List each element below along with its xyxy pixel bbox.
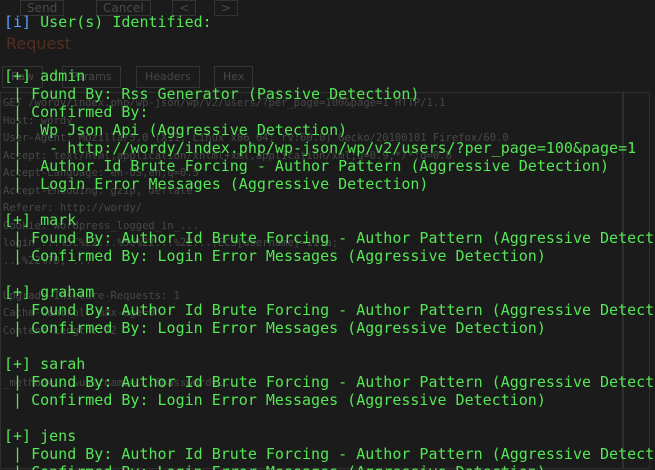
username: graham (40, 283, 95, 301)
plus-tag: [+] (4, 283, 32, 301)
detection-line: | Confirmed By: Login Error Messages (Ag… (4, 391, 546, 409)
screen: Send Cancel < > Request Raw Params Heade… (0, 0, 655, 470)
users-header: [i] User(s) Identified: (4, 13, 212, 31)
plus-tag: [+] (4, 67, 32, 85)
detection-line: | Confirmed By: (4, 103, 149, 121)
info-tag: [i] (4, 13, 32, 31)
username: admin (40, 67, 86, 85)
username: mark (40, 211, 77, 229)
user-entry-sarah: [+] sarah (4, 355, 85, 373)
detection-line: | Confirmed By: Login Error Messages (Ag… (4, 319, 546, 337)
detection-line: | Found By: Author Id Brute Forcing - Au… (4, 229, 655, 247)
user-entry-graham: [+] graham (4, 283, 94, 301)
plus-tag: [+] (4, 355, 32, 373)
detection-line: | Found By: Author Id Brute Forcing - Au… (4, 301, 655, 319)
username: jens (40, 427, 77, 445)
detection-line: | Found By: Author Id Brute Forcing - Au… (4, 373, 655, 391)
detection-line: | Found By: Author Id Brute Forcing - Au… (4, 445, 655, 463)
users-header-text: User(s) Identified: (31, 13, 212, 31)
detection-line: | Author Id Brute Forcing - Author Patte… (4, 157, 610, 175)
plus-tag: [+] (4, 427, 32, 445)
plus-tag: [+] (4, 211, 32, 229)
user-entry-mark: [+] mark (4, 211, 76, 229)
username: sarah (40, 355, 86, 373)
detection-line: | Found By: Rss Generator (Passive Detec… (4, 85, 420, 103)
user-entry-jens: [+] jens (4, 427, 76, 445)
detection-line: | Login Error Messages (Aggressive Detec… (4, 175, 429, 193)
terminal-output: [i] User(s) Identified: [+] admin | Foun… (0, 0, 655, 470)
user-entry-admin: [+] admin (4, 67, 85, 85)
detection-line: | Confirmed By: Login Error Messages (Ag… (4, 247, 546, 265)
detection-line: | Confirmed By: Login Error Messages (Ag… (4, 463, 546, 470)
detection-line: | Wp Json Api (Aggressive Detection) (4, 121, 348, 139)
detection-line: | - http://wordy/index.php/wp-json/wp/v2… (4, 139, 637, 157)
